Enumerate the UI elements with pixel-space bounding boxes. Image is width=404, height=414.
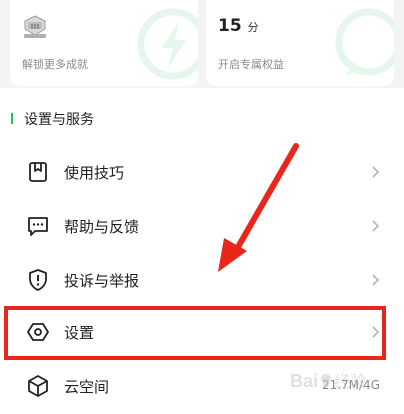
minutes-value: 15 分 (218, 16, 259, 36)
menu-item-label: 帮助与反馈 (64, 218, 140, 236)
membership-caption: 开启专属权益 (218, 58, 284, 71)
menu-item-label: 使用技巧 (64, 164, 125, 182)
menu-item-help[interactable]: 帮助与反馈 (0, 200, 404, 254)
chat-watermark-icon (335, 8, 394, 76)
achievement-caption: 解锁更多成就 (22, 58, 88, 71)
medal-icon (24, 15, 46, 38)
lightning-watermark-icon (137, 8, 198, 80)
menu-item-tips[interactable]: 使用技巧 (0, 146, 404, 200)
baidu-watermark-logo: Bai 经验 (290, 371, 366, 391)
section-accent-bar (11, 113, 13, 124)
svg-text:Bai: Bai (290, 371, 318, 391)
shield-alert-icon (29, 269, 47, 291)
menu-item-label: 投诉与举报 (64, 272, 140, 290)
minutes-unit: 分 (247, 21, 259, 34)
cube-icon (28, 375, 48, 397)
section-title: 设置与服务 (24, 112, 94, 128)
chevron-right-icon (372, 166, 380, 178)
menu-item-label: 云空间 (64, 378, 110, 396)
chat-bubble-icon (28, 217, 48, 236)
svg-text:经验: 经验 (334, 372, 366, 391)
achievement-card[interactable]: 解锁更多成就 (10, 0, 198, 86)
menu-item-report[interactable]: 投诉与举报 (0, 254, 404, 308)
minutes-number: 15 (218, 16, 242, 36)
membership-card[interactable]: 15 分 开启专属权益 (206, 0, 394, 86)
chevron-right-icon (372, 274, 380, 286)
chevron-right-icon (372, 220, 380, 232)
highlight-box (4, 306, 386, 360)
bookmark-icon (29, 162, 47, 182)
